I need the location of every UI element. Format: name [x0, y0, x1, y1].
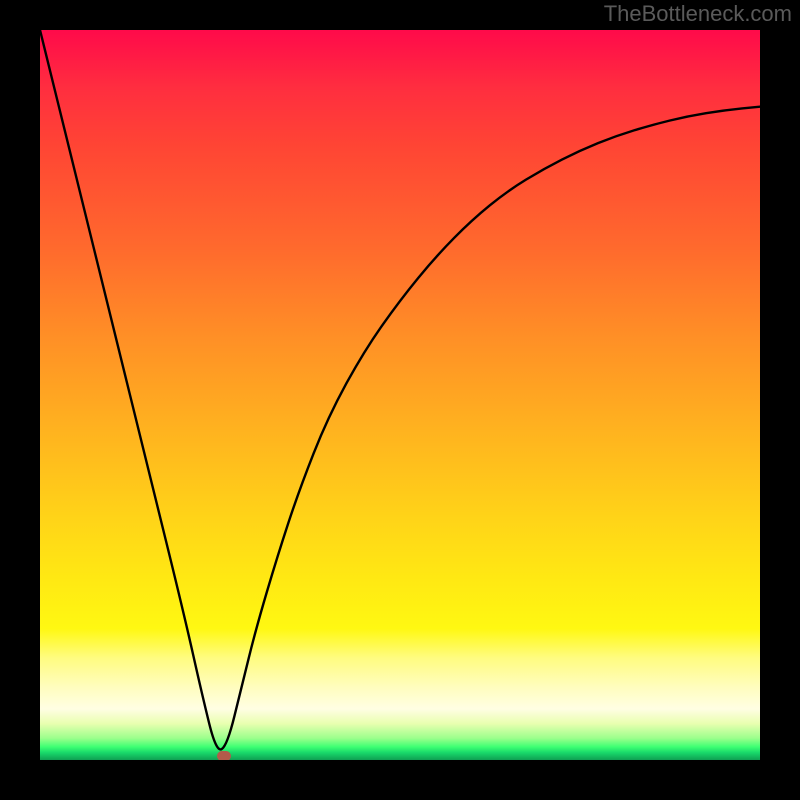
bottleneck-curve [40, 30, 760, 749]
optimum-marker [217, 751, 231, 760]
plot-area [40, 30, 760, 760]
watermark-text: TheBottleneck.com [604, 1, 792, 27]
curve-svg [40, 30, 760, 760]
chart-frame: TheBottleneck.com [0, 0, 800, 800]
